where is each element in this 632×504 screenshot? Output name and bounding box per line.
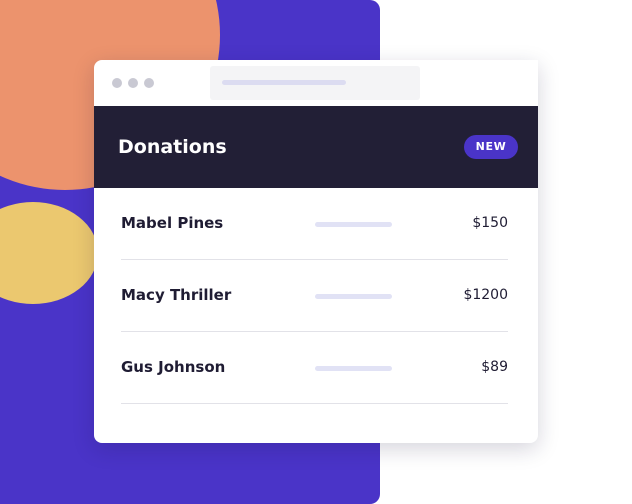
list-item[interactable]: Gus Johnson $89 xyxy=(121,332,508,404)
donation-amount: $89 xyxy=(481,359,508,375)
list-item[interactable]: Macy Thriller $1200 xyxy=(121,260,508,332)
new-badge: NEW xyxy=(464,135,518,159)
donor-name: Macy Thriller xyxy=(121,286,232,304)
donor-name: Gus Johnson xyxy=(121,358,226,376)
address-bar[interactable] xyxy=(210,66,420,100)
decorative-yellow-circle xyxy=(0,202,98,304)
placeholder-bar xyxy=(315,294,392,299)
window-dot-icon xyxy=(128,78,138,88)
window-chrome xyxy=(94,60,538,106)
donations-list: Mabel Pines $150 Macy Thriller $1200 Gus… xyxy=(121,188,508,404)
placeholder-bar xyxy=(315,366,392,371)
list-item[interactable]: Mabel Pines $150 xyxy=(121,188,508,260)
browser-window: Donations NEW Mabel Pines $150 Macy Thri… xyxy=(94,60,538,443)
donor-name: Mabel Pines xyxy=(121,214,224,232)
address-placeholder-line xyxy=(222,80,346,85)
donation-amount: $1200 xyxy=(463,287,508,303)
donations-header: Donations NEW xyxy=(94,106,538,188)
donation-amount: $150 xyxy=(472,215,508,231)
window-dot-icon xyxy=(112,78,122,88)
window-dot-icon xyxy=(144,78,154,88)
page-title: Donations xyxy=(118,136,227,158)
placeholder-bar xyxy=(315,222,392,227)
